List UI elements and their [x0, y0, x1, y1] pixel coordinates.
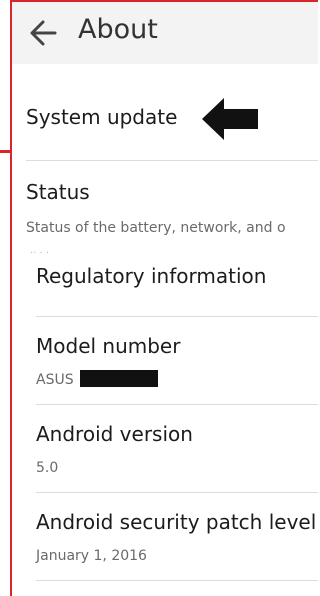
security-patch-summary: January 1, 2016 [36, 548, 147, 564]
regulatory-information-item[interactable]: Regulatory information [36, 264, 266, 288]
status-item[interactable]: Status [26, 180, 90, 204]
divider [36, 404, 318, 405]
divider [36, 492, 318, 493]
highlight-frame-left [10, 0, 12, 596]
security-patch-item[interactable]: Android security patch level [36, 510, 316, 534]
model-number-item[interactable]: Model number [36, 334, 180, 358]
android-version-item[interactable]: Android version [36, 422, 193, 446]
pointer-arrow-icon [202, 98, 258, 140]
divider [36, 316, 318, 317]
status-summary: Status of the battery, network, and o [26, 220, 286, 236]
divider [26, 160, 318, 161]
android-version-summary: 5.0 [36, 460, 59, 476]
system-update-item[interactable]: System update [26, 105, 177, 129]
arrow-left-icon[interactable] [29, 16, 57, 50]
highlight-frame-tick [0, 150, 12, 153]
model-number-summary: ASUS [36, 372, 74, 388]
page-title: About [78, 14, 158, 45]
redaction-bar [80, 370, 158, 387]
app-bar [12, 2, 318, 64]
divider [36, 580, 318, 581]
overlap-artifact: ·· · · [30, 248, 50, 259]
